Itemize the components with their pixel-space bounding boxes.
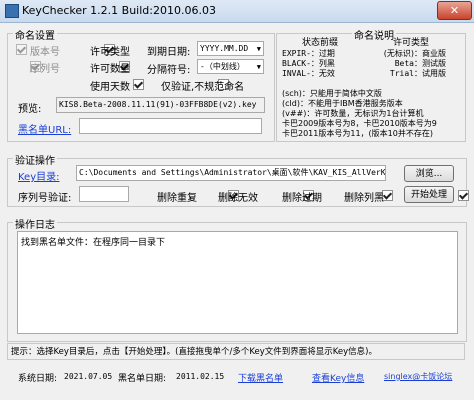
status-prefix-line: EXPIR-：过期 <box>282 49 335 58</box>
log-line: 找到黑名单文件：在程序同一目录下 <box>21 238 166 248</box>
license-count-label: 许可数量 <box>90 64 130 75</box>
delete-invalid-label: 删除无效 <box>218 193 258 204</box>
naming-note: 卡巴2011版本号为11，(版本10并不存在) <box>282 129 433 138</box>
license-sep: ： <box>414 59 422 68</box>
license-code: Trial <box>389 69 414 78</box>
preview-label: 预览: <box>18 104 42 115</box>
browse-button[interactable]: 浏览... <box>404 165 454 182</box>
log-textarea[interactable]: 找到黑名单文件：在程序同一目录下 <box>17 231 458 334</box>
blacklist-url-input[interactable] <box>79 118 262 134</box>
use-days-checkbox[interactable] <box>132 79 144 90</box>
status-prefix-line: BLACK-：列黑 <box>282 59 335 68</box>
blacklist-url-link[interactable]: 黑名单URL: <box>18 121 71 136</box>
start-process-button[interactable]: 开始处理 <box>404 186 454 203</box>
use-days-label: 使用天数 <box>90 82 130 93</box>
naming-note: (v##)：许可数量，无标识为1台计算机 <box>282 109 424 118</box>
log-group-label: 操作日志 <box>13 216 57 231</box>
verify-only-label: 仅验证,不规范命名 <box>161 82 245 93</box>
license-desc: 试用版 <box>422 69 446 78</box>
serial-checkbox-label: 序列号 <box>30 64 60 75</box>
hint-bar: 提示：选择Key目录后，点击【开始处理】。(直接拖曳单个/多个Key文件到界面将… <box>7 343 465 360</box>
delete-blacklisted-label: 删除列黑 <box>344 193 384 204</box>
chevron-down-icon: ▼ <box>256 63 261 71</box>
app-icon <box>5 4 19 18</box>
expiry-date-label: 到期日期: <box>147 47 191 58</box>
naming-settings-label: 命名设置 <box>13 27 57 42</box>
status-prefix-line: INVAL-：无效 <box>282 69 335 78</box>
license-type-label: 许可类型 <box>90 47 130 58</box>
view-key-info-link[interactable]: 查看Key信息 <box>312 371 364 384</box>
hint-text: 提示：选择Key目录后，点击【开始处理】。(直接拖曳单个/多个Key文件到界面将… <box>11 347 377 357</box>
preview-field: KIS8.Beta-2008.11.11(91)-03FFB8DE(v2).ke… <box>56 97 265 113</box>
delete-blacklisted-checkbox[interactable] <box>457 190 469 201</box>
delete-duplicate-label: 删除重复 <box>157 193 197 204</box>
status-prefix-list: EXPIR-：过期 BLACK-：列黑 INVAL-：无效 <box>282 49 335 79</box>
close-button[interactable]: ✕ <box>437 1 472 20</box>
system-date-label: 系统日期: <box>18 374 58 384</box>
window-title: KeyChecker 1.2.1 Build:2010.06.03 <box>22 4 216 17</box>
naming-notes: (sch)：只能用于简体中文版 (cld)：不能用于IBM香港服务版本 (v##… <box>282 89 437 139</box>
version-checkbox[interactable] <box>16 44 27 55</box>
blacklist-date-label: 黑名单日期: <box>118 374 167 384</box>
separator-label: 分隔符号: <box>147 65 191 76</box>
download-blacklist-link[interactable]: 下载黑名单 <box>238 371 283 384</box>
separator-value: -（中划线） <box>200 62 245 71</box>
naming-note: (sch)：只能用于简体中文版 <box>282 89 382 98</box>
version-checkbox-label: 版本号 <box>30 47 60 58</box>
license-code: (无标识) <box>383 49 414 58</box>
verify-group-label: 验证操作 <box>13 152 57 167</box>
license-type-header: 许可类型 <box>393 38 430 48</box>
naming-note: (cld)：不能用于IBM香港服务版本 <box>282 99 403 108</box>
license-code: Beta <box>394 59 414 68</box>
serial-verify-label: 序列号验证: <box>18 193 72 204</box>
expiry-date-value: YYYY.MM.DD <box>200 44 249 53</box>
naming-note: 卡巴2009版本号为8，卡巴2010版本号为9 <box>282 119 437 128</box>
serial-verify-input[interactable] <box>79 186 129 202</box>
separator-select[interactable]: -（中划线） ▼ <box>197 59 264 74</box>
license-sep: ： <box>414 49 422 58</box>
license-desc: 商业版 <box>422 49 446 58</box>
forum-link[interactable]: singlex@卡饭论坛 <box>384 371 452 382</box>
status-prefix-header: 状态前缀 <box>302 38 339 48</box>
naming-help-header: 命名说明 <box>352 27 396 42</box>
license-desc: 测试版 <box>422 59 446 68</box>
license-sep: ： <box>414 69 422 78</box>
delete-expired-label: 删除过期 <box>282 193 322 204</box>
system-date-value: 2021.07.05 <box>64 372 113 381</box>
license-type-list: (无标识)：商业版 Beta：测试版 Trial：试用版 <box>368 49 446 79</box>
blacklist-date-value: 2011.02.15 <box>176 372 225 381</box>
expiry-date-select[interactable]: YYYY.MM.DD ▼ <box>197 41 264 56</box>
chevron-down-icon: ▼ <box>256 45 261 53</box>
key-dir-link[interactable]: Key目录: <box>18 168 60 183</box>
key-dir-input[interactable]: C:\Documents and Settings\Administrator\… <box>76 165 386 181</box>
